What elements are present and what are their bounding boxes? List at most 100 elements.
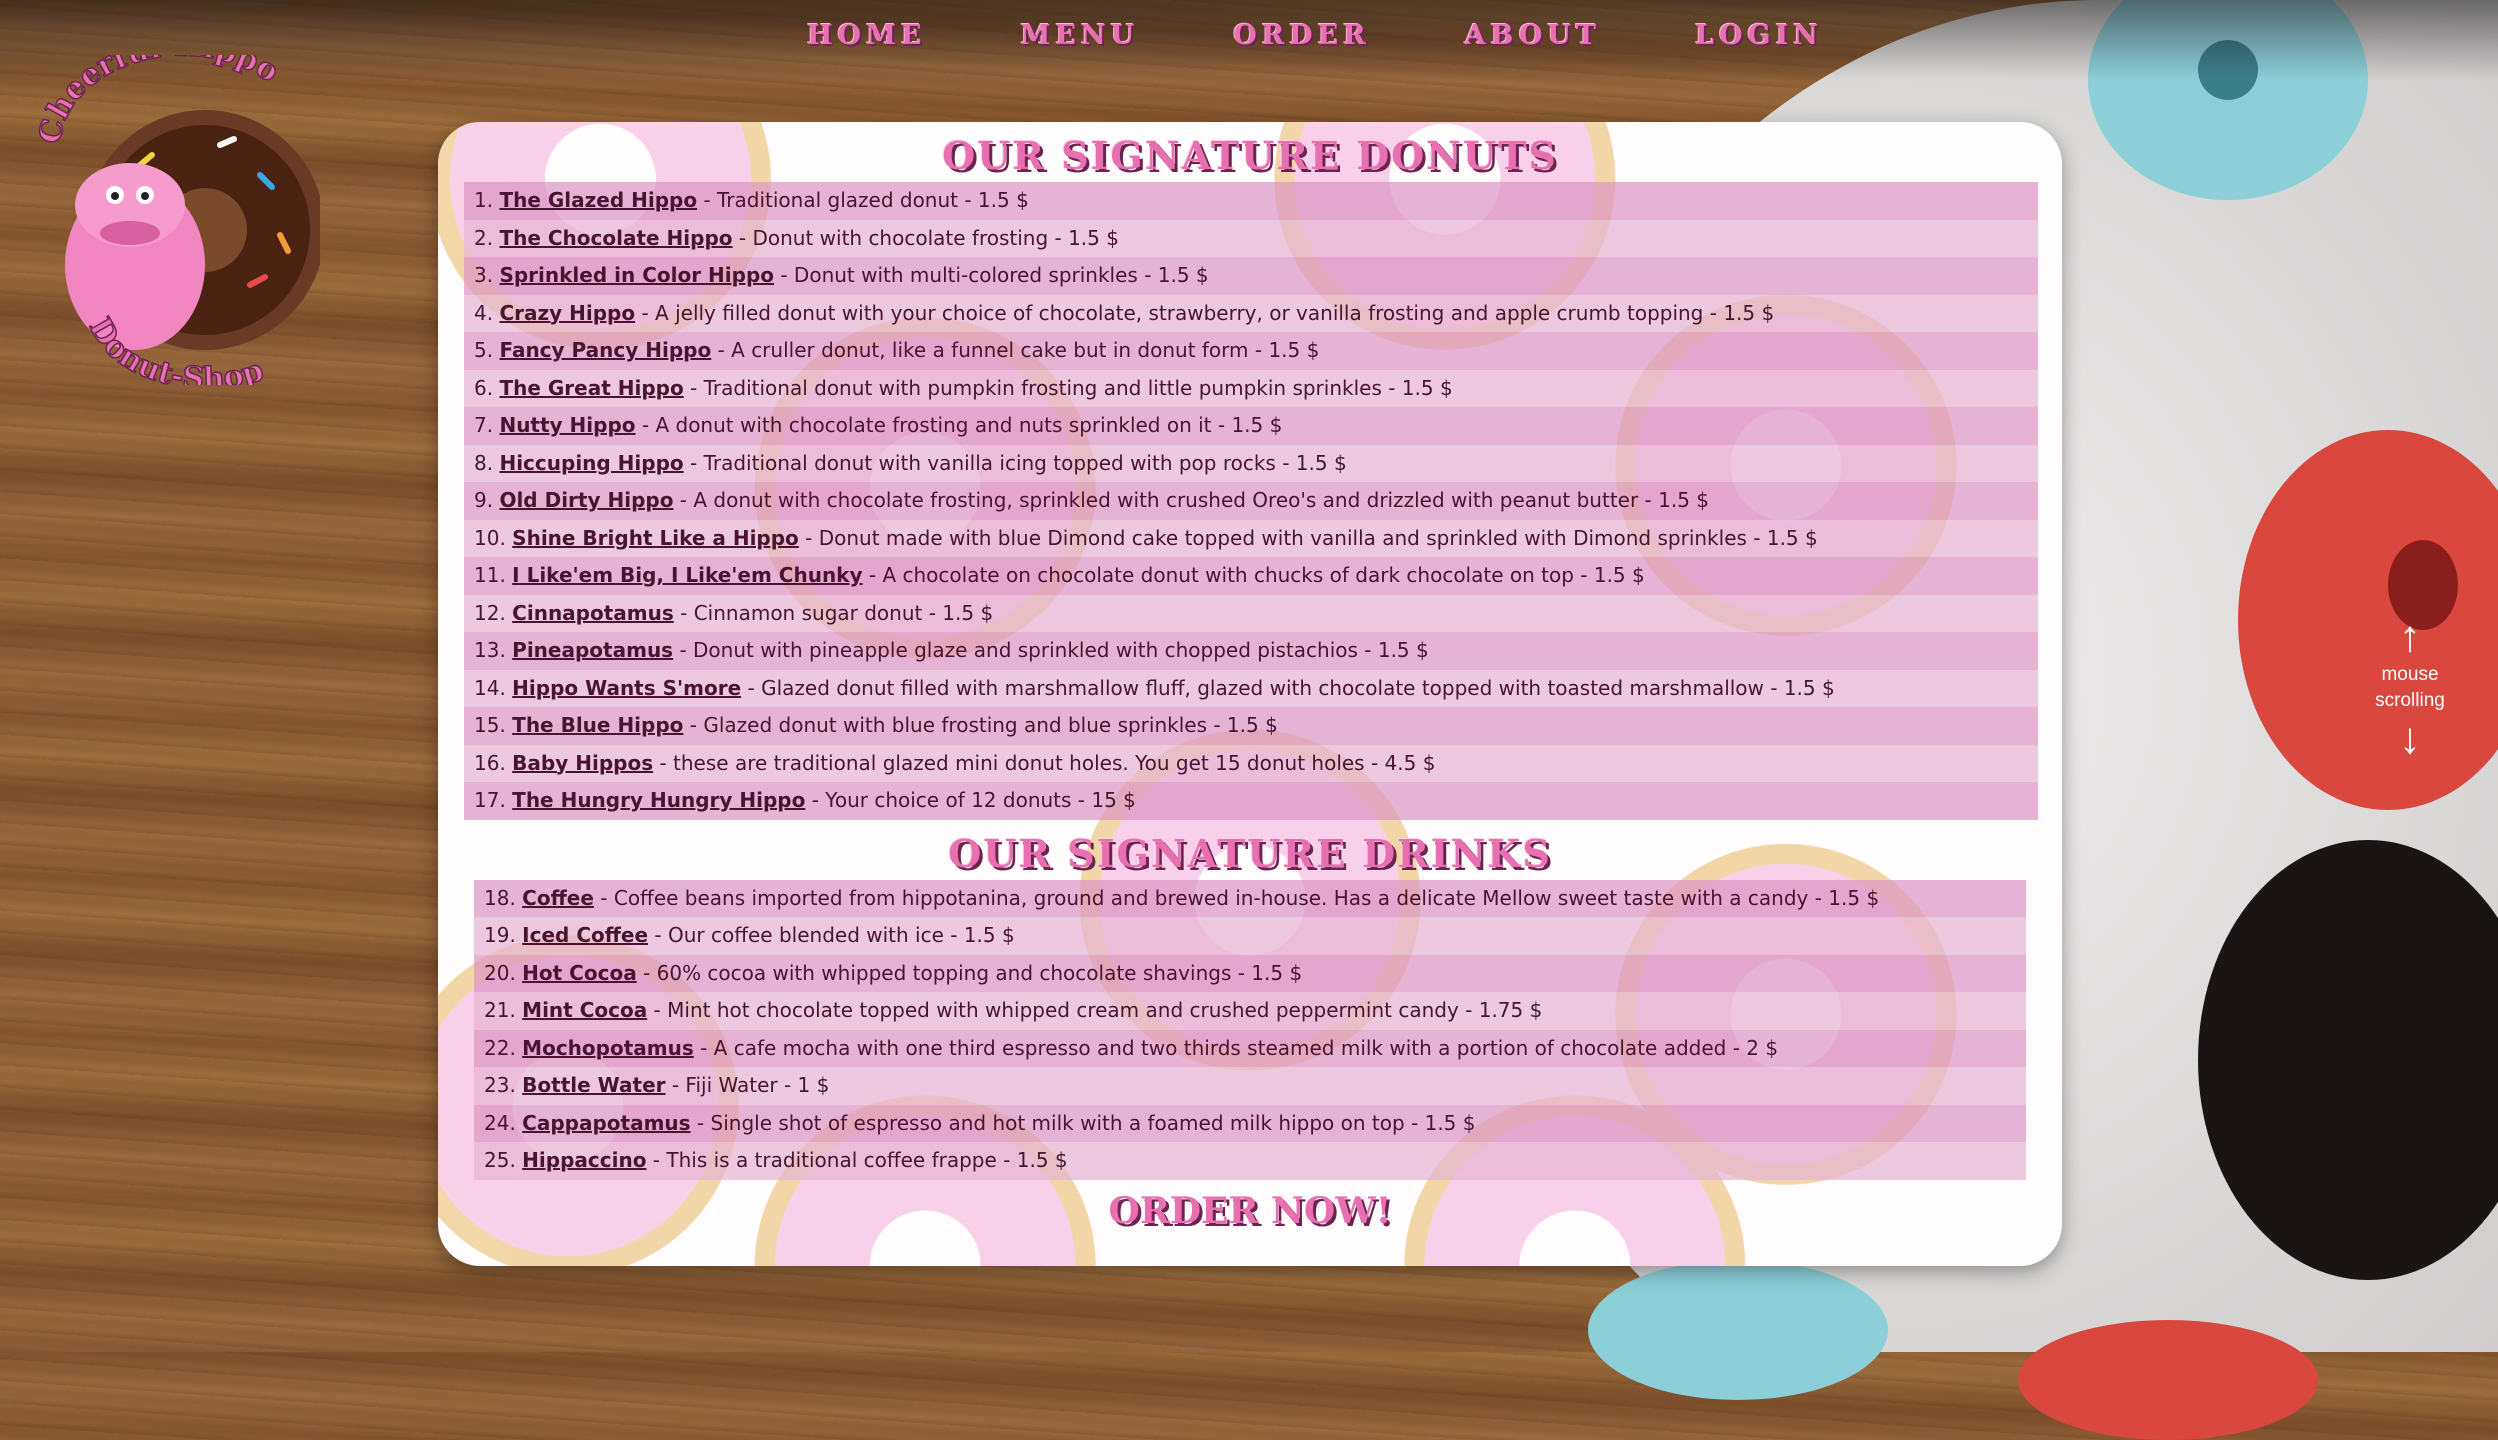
menu-item-link[interactable]: Bottle Water	[522, 1073, 665, 1097]
nav-login[interactable]: LOGIN	[1648, 12, 1870, 59]
menu-item-number: 25.	[484, 1148, 516, 1172]
menu-item-link[interactable]: Crazy Hippo	[499, 301, 635, 325]
menu-item-link[interactable]: Cinnapotamus	[512, 601, 674, 625]
menu-item-number: 20.	[484, 960, 516, 985]
donuts-list: 1. The Glazed Hippo - Traditional glazed…	[464, 182, 2038, 820]
menu-item-link[interactable]: Cappapotamus	[522, 1111, 690, 1135]
menu-item-description: - A chocolate on chocolate donut with ch…	[862, 563, 1645, 587]
menu-item-description: - A cruller donut, like a funnel cake bu…	[711, 338, 1320, 362]
menu-item-number: 10.	[474, 525, 506, 550]
menu-item-number: 7.	[474, 413, 494, 437]
menu-item-link[interactable]: The Blue Hippo	[512, 713, 683, 737]
scroll-hint-line2: scrolling	[2375, 690, 2445, 711]
menu-item-link[interactable]: Baby Hippos	[512, 751, 653, 775]
nav-order[interactable]: ORDER	[1186, 12, 1417, 59]
menu-item-link[interactable]: Fancy Pancy Hippo	[499, 338, 711, 362]
menu-item: 18. Coffee - Coffee beans imported from …	[474, 879, 2026, 917]
menu-item-number: 18.	[484, 885, 516, 910]
menu-item-description: - A jelly filled donut with your choice …	[635, 300, 1775, 325]
menu-item-description: - Fiji Water - 1 $	[665, 1073, 830, 1097]
menu-item-link[interactable]: The Glazed Hippo	[499, 188, 697, 212]
menu-item-number: 21.	[484, 998, 516, 1022]
menu-item: 21. Mint Cocoa - Mint hot chocolate topp…	[474, 992, 2026, 1030]
pink-donut-decoration	[2018, 1320, 2318, 1440]
menu-item-number: 19.	[484, 923, 516, 947]
menu-item-description: - Coffee beans imported from hippotanina…	[593, 885, 1880, 910]
main-nav: HOME MENU ORDER ABOUT LOGIN	[760, 12, 1870, 59]
menu-item-number: 14.	[474, 675, 506, 700]
menu-item-description: - Cinnamon sugar donut - 1.5 $	[673, 600, 994, 625]
menu-item: 23. Bottle Water - Fiji Water - 1 $	[474, 1067, 2026, 1105]
menu-item-link[interactable]: Mochopotamus	[522, 1036, 694, 1060]
menu-item-description: - Donut made with blue Dimond cake toppe…	[798, 525, 1818, 550]
menu-item: 17. The Hungry Hungry Hippo - Your choic…	[464, 782, 2038, 820]
blue-donut-bottom-decoration	[1588, 1260, 1888, 1400]
menu-item-description: - Single shot of espresso and hot milk w…	[690, 1110, 1476, 1135]
shop-logo[interactable]: Cheerful-Hippo Donut-Shop	[20, 55, 320, 385]
menu-item: 20. Hot Cocoa - 60% cocoa with whipped t…	[474, 954, 2026, 992]
nav-menu[interactable]: MENU	[974, 12, 1187, 59]
menu-item-number: 5.	[474, 338, 494, 362]
menu-item: 6. The Great Hippo - Traditional donut w…	[464, 369, 2038, 407]
menu-item-link[interactable]: Mint Cocoa	[522, 998, 647, 1022]
menu-item-number: 23.	[484, 1073, 516, 1097]
menu-item-link[interactable]: The Chocolate Hippo	[499, 226, 732, 250]
menu-item: 1. The Glazed Hippo - Traditional glazed…	[464, 182, 2038, 220]
menu-item-description: - Traditional donut with pumpkin frostin…	[683, 375, 1453, 400]
menu-item: 22. Mochopotamus - A cafe mocha with one…	[474, 1029, 2026, 1067]
menu-item: 9. Old Dirty Hippo - A donut with chocol…	[464, 482, 2038, 520]
menu-item-link[interactable]: The Great Hippo	[499, 376, 683, 400]
menu-item-number: 11.	[474, 563, 506, 587]
menu-item-number: 6.	[474, 375, 494, 400]
menu-item: 7. Nutty Hippo - A donut with chocolate …	[464, 407, 2038, 445]
menu-item-link[interactable]: Hot Cocoa	[522, 961, 637, 985]
mouse-scrolling-hint: ↑ mouse scrolling ↓	[2360, 612, 2460, 764]
arrow-down-icon: ↓	[2399, 714, 2421, 763]
menu-item: 12. Cinnapotamus - Cinnamon sugar donut …	[464, 594, 2038, 632]
nav-about[interactable]: ABOUT	[1418, 12, 1648, 59]
menu-item: 3. Sprinkled in Color Hippo - Donut with…	[464, 257, 2038, 295]
menu-item-description: - A donut with chocolate frosting, sprin…	[673, 488, 1710, 512]
donuts-title: OUR SIGNATURE DONUTS	[942, 133, 1558, 178]
menu-item-link[interactable]: Shine Bright Like a Hippo	[512, 526, 799, 550]
menu-item-link[interactable]: Hippo Wants S'more	[512, 676, 741, 700]
menu-item-link[interactable]: I Like'em Big, I Like'em Chunky	[512, 563, 862, 587]
menu-item-number: 15.	[474, 713, 506, 737]
menu-item-description: - A donut with chocolate frosting and nu…	[635, 413, 1283, 437]
menu-item: 2. The Chocolate Hippo - Donut with choc…	[464, 219, 2038, 257]
menu-item-description: - Donut with multi-colored sprinkles - 1…	[774, 263, 1209, 287]
menu-item: 14. Hippo Wants S'more - Glazed donut fi…	[464, 669, 2038, 707]
menu-item-description: - Glazed donut with blue frosting and bl…	[683, 713, 1278, 737]
menu-item-link[interactable]: The Hungry Hungry Hippo	[512, 788, 805, 812]
nav-home[interactable]: HOME	[760, 12, 974, 59]
menu-item-link[interactable]: Hiccuping Hippo	[499, 451, 683, 475]
menu-item: 10. Shine Bright Like a Hippo - Donut ma…	[464, 519, 2038, 557]
menu-item-description: - these are traditional glazed mini donu…	[653, 750, 1436, 775]
menu-item-link[interactable]: Pineapotamus	[512, 638, 673, 662]
menu-item-number: 24.	[484, 1110, 516, 1135]
menu-item-description: - Traditional glazed donut - 1.5 $	[697, 188, 1029, 212]
menu-item-description: - Glazed donut filled with marshmallow f…	[741, 675, 1835, 700]
order-now-button[interactable]: ORDER NOW!	[438, 1190, 2062, 1232]
menu-item: 11. I Like'em Big, I Like'em Chunky - A …	[464, 557, 2038, 595]
menu-item: 19. Iced Coffee - Our coffee blended wit…	[474, 917, 2026, 955]
menu-item: 4. Crazy Hippo - A jelly filled donut wi…	[464, 294, 2038, 332]
menu-item: 25. Hippaccino - This is a traditional c…	[474, 1142, 2026, 1180]
menu-item: 15. The Blue Hippo - Glazed donut with b…	[464, 707, 2038, 745]
menu-item-number: 1.	[474, 188, 494, 212]
arrow-up-icon: ↑	[2399, 612, 2421, 661]
menu-item: 5. Fancy Pancy Hippo - A cruller donut, …	[464, 332, 2038, 370]
menu-item-link[interactable]: Hippaccino	[522, 1148, 646, 1172]
menu-item-link[interactable]: Nutty Hippo	[499, 413, 635, 437]
menu-item-number: 2.	[474, 225, 494, 250]
menu-item-number: 4.	[474, 300, 494, 325]
menu-item-link[interactable]: Coffee	[522, 886, 594, 910]
menu-item-description: - A cafe mocha with one third espresso a…	[693, 1035, 1779, 1060]
menu-item-link[interactable]: Iced Coffee	[522, 923, 648, 947]
menu-item-link[interactable]: Old Dirty Hippo	[499, 488, 673, 512]
menu-item-description: - Our coffee blended with ice - 1.5 $	[648, 923, 1015, 947]
menu-item-number: 17.	[474, 788, 506, 812]
menu-item-link[interactable]: Sprinkled in Color Hippo	[499, 263, 774, 287]
menu-item-number: 16.	[474, 750, 506, 775]
menu-item-description: - 60% cocoa with whipped topping and cho…	[636, 960, 1303, 985]
